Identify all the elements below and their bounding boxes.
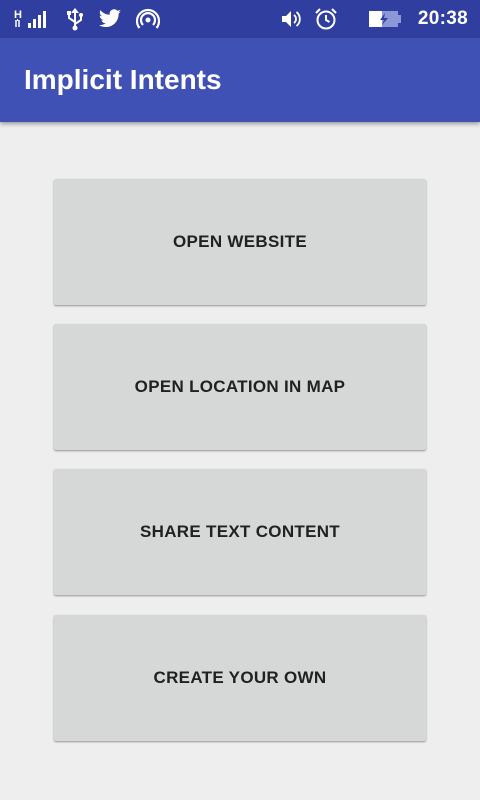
open-location-in-map-button[interactable]: OPEN LOCATION IN MAP [54, 324, 426, 450]
battery-charging-icon [368, 0, 402, 38]
hotspot-icon [136, 0, 160, 38]
app-title: Implicit Intents [24, 64, 222, 95]
signal-icon: H [14, 0, 52, 38]
open-website-button[interactable]: OPEN WEBSITE [54, 179, 426, 305]
create-your-own-button[interactable]: CREATE YOUR OWN [54, 615, 426, 741]
app-bar: Implicit Intents [0, 38, 480, 122]
share-text-content-button[interactable]: SHARE TEXT CONTENT [54, 469, 426, 595]
status-time: 20:38 [417, 8, 468, 29]
status-bar: H 20:38 [0, 0, 480, 38]
main-content: OPEN WEBSITE OPEN LOCATION IN MAP SHARE … [0, 122, 480, 800]
twitter-icon [98, 0, 122, 38]
usb-icon [66, 0, 84, 38]
alarm-icon [314, 0, 338, 38]
volume-icon [280, 0, 302, 38]
